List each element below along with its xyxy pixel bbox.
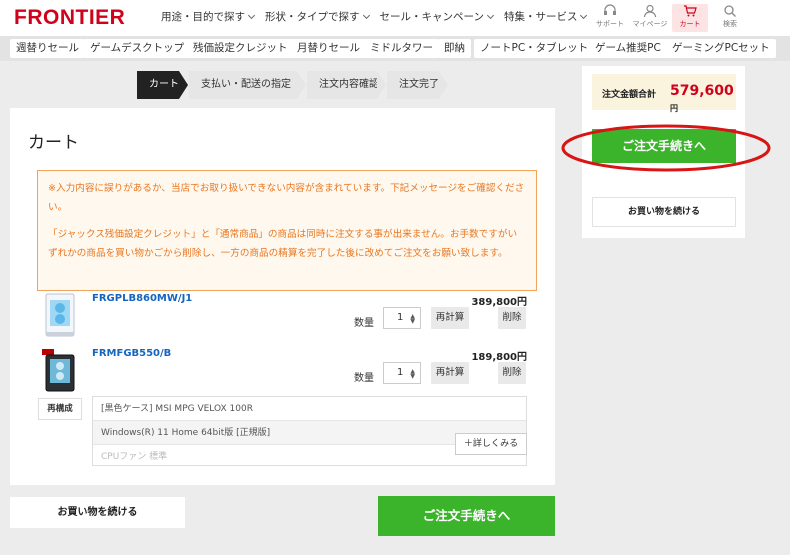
chevron-down-icon	[362, 11, 370, 19]
total-value: 579,600 円	[670, 83, 736, 115]
cart-panel: カート ※入力内容に誤りがあるか、当店でお取り扱いできない内容が含まれています。…	[10, 108, 555, 485]
site-header: FRONTIER 用途・目的で探す 形状・タイプで探す セール・キャンペーン 特…	[0, 0, 790, 36]
quantity-value: 1	[397, 367, 404, 378]
cart-link[interactable]: カート	[672, 4, 708, 32]
header-icons: サポート マイページ カート 検索	[592, 4, 752, 32]
order-summary: 注文金額合計 579,600 円 ご注文手続きへ お買い物を続ける	[582, 66, 745, 238]
category-gaming-set[interactable]: ゲーミングPCセット	[666, 39, 776, 58]
step-arrow	[439, 71, 448, 99]
sidebar-checkout-button[interactable]: ご注文手続きへ	[592, 129, 736, 163]
category-monthly-sale[interactable]: 月替りセール	[291, 39, 366, 58]
cart-label: カート	[679, 20, 701, 28]
mypage-link[interactable]: マイページ	[632, 4, 668, 32]
nav-feature-label: 特集・サービス	[503, 11, 578, 23]
nav-sale[interactable]: セール・キャンペーン	[379, 9, 495, 24]
order-total: 注文金額合計 579,600 円	[592, 74, 736, 113]
step-complete: 注文完了	[387, 71, 439, 99]
support-label: サポート	[596, 20, 624, 28]
stepper-arrows-icon: ▲ ▼	[410, 368, 415, 380]
notice-line-1: ※入力内容に誤りがあるか、当店でお取り扱いできない内容が含まれています。下記メッ…	[48, 183, 525, 213]
step-arrow	[377, 71, 386, 99]
step-arrow	[297, 71, 306, 99]
recalculate-button[interactable]: 再計算	[431, 307, 469, 329]
notice-line-2: 「ジャックス残価設定クレジット」と「通常商品」の商品は同時に注文する事が出来ませ…	[48, 229, 518, 259]
error-notice: ※入力内容に誤りがあるか、当店でお取り扱いできない内容が含まれています。下記メッ…	[37, 170, 537, 291]
step-confirm: 注文内容確認	[307, 71, 379, 99]
cart-icon	[684, 5, 697, 17]
user-icon	[643, 4, 657, 18]
item-name-link[interactable]: FRMFGB550/B	[92, 348, 171, 359]
category-weekly-sale[interactable]: 週替りセール	[10, 39, 85, 58]
nav-shape-label: 形状・タイプで探す	[265, 11, 360, 23]
item-name-link[interactable]: FRGPLB860MW/J1	[92, 293, 192, 304]
pc-case-white-image[interactable]	[40, 292, 80, 338]
total-amount: 579,600	[670, 83, 734, 99]
search-icon	[724, 5, 736, 17]
category-residual-credit[interactable]: 残価設定クレジット	[187, 39, 294, 58]
sidebar-continue-shopping-button[interactable]: お買い物を続ける	[592, 197, 736, 227]
spec-row: [黒色ケース] MSI MPG VELOX 100R	[93, 397, 526, 421]
quantity-select[interactable]: 1 ▲ ▼	[383, 362, 421, 384]
delete-button[interactable]: 削除	[498, 307, 526, 329]
chevron-down-icon	[247, 11, 256, 19]
quantity-label: 数量	[354, 318, 374, 329]
mypage-label: マイページ	[632, 20, 668, 28]
nav-usage[interactable]: 用途・目的で探す	[161, 9, 256, 24]
checkout-button[interactable]: ご注文手続きへ	[378, 496, 555, 536]
reconfigure-button[interactable]: 再構成	[38, 398, 82, 420]
step-arrow	[179, 71, 188, 99]
nav-feature[interactable]: 特集・サービス	[503, 9, 588, 24]
nav-usage-label: 用途・目的で探す	[161, 11, 245, 23]
nav-sale-label: セール・キャンペーン	[379, 11, 484, 23]
quantity-value: 1	[397, 312, 404, 323]
yen-unit: 円	[670, 104, 678, 113]
frontier-logo[interactable]: FRONTIER	[14, 6, 125, 30]
page-title: カート	[28, 133, 79, 153]
step-cart: カート	[137, 71, 179, 99]
item-price: 389,800円	[471, 297, 527, 308]
quantity-select[interactable]: 1 ▲ ▼	[383, 307, 421, 329]
pc-case-black-image[interactable]	[40, 347, 80, 393]
delete-button[interactable]: 削除	[498, 362, 526, 384]
search-link[interactable]: 検索	[712, 4, 748, 32]
support-icon	[604, 4, 616, 15]
chevron-down-icon	[486, 11, 495, 19]
spec-list: [黒色ケース] MSI MPG VELOX 100R Windows(R) 11…	[92, 396, 527, 466]
category-middle-tower[interactable]: ミドルタワー	[364, 39, 439, 58]
quantity-label: 数量	[354, 373, 374, 384]
category-instant-ship[interactable]: 即納	[438, 39, 471, 58]
show-more-button[interactable]: ＋詳しくみる	[455, 433, 527, 455]
category-game-recommend[interactable]: ゲーム推奨PC	[589, 39, 667, 58]
search-label: 検索	[723, 20, 737, 28]
chevron-down-icon	[580, 11, 588, 19]
main-nav: 用途・目的で探す 形状・タイプで探す セール・キャンペーン 特集・サービス	[161, 9, 597, 24]
category-bar: 週替りセール ゲームデスクトップ 残価設定クレジット 月替りセール ミドルタワー…	[0, 36, 790, 61]
recalculate-button[interactable]: 再計算	[431, 362, 469, 384]
category-notebook[interactable]: ノートPC・タブレット	[474, 39, 595, 58]
stepper-arrows-icon: ▲ ▼	[410, 313, 415, 325]
nav-shape[interactable]: 形状・タイプで探す	[265, 9, 370, 24]
support-link[interactable]: サポート	[592, 4, 628, 32]
continue-shopping-button[interactable]: お買い物を続ける	[10, 497, 185, 528]
total-label: 注文金額合計	[602, 90, 657, 100]
step-payment: 支払い・配送の指定	[189, 71, 297, 99]
category-game-desktop[interactable]: ゲームデスクトップ	[84, 39, 191, 58]
item-price: 189,800円	[471, 352, 527, 363]
